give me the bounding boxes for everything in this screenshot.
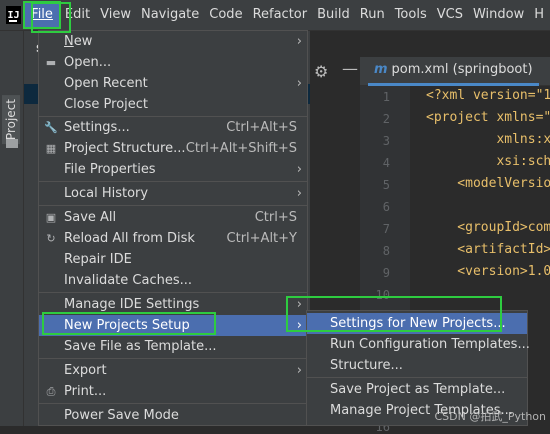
file-menu: New › ▬ Open... Open Recent › Close Project… <box>38 30 308 426</box>
menu-separator <box>307 377 527 378</box>
line-number: 5 <box>382 178 390 192</box>
code-line: <modelVersio <box>426 176 550 191</box>
line-number: 7 <box>382 222 390 236</box>
editor-tab-bar: m pom.xml (springboot) <box>360 57 550 86</box>
minimize-icon[interactable]: — <box>342 59 358 78</box>
menu-edit[interactable]: Edit <box>61 3 94 27</box>
menu-item-open-recent[interactable]: Open Recent › <box>39 73 307 94</box>
menu-item-power-save-mode[interactable]: Power Save Mode <box>39 405 307 426</box>
submenu-item-settings-for-new-projects[interactable]: Settings for New Projects... <box>307 313 527 334</box>
menu-item-file-properties[interactable]: File Properties › <box>39 159 307 180</box>
menu-item-project-structure[interactable]: ▦ Project Structure... Ctrl+Alt+Shift+S <box>39 138 307 159</box>
submenu-item-run-configuration-templates[interactable]: Run Configuration Templates... <box>307 334 530 355</box>
menu-item-export[interactable]: Export › <box>39 360 307 381</box>
code-line: <project xmlns=" <box>426 110 550 125</box>
menu-item-invalidate-caches[interactable]: Invalidate Caches... <box>39 270 307 291</box>
chevron-right-icon: › <box>296 297 302 312</box>
code-line: <version>1.0 <box>426 264 550 279</box>
menu-separator <box>39 358 307 359</box>
reload-icon: ↻ <box>46 232 56 245</box>
menu-item-print[interactable]: ⎙ Print... <box>39 381 307 402</box>
menu-item-manage-ide-settings[interactable]: Manage IDE Settings › <box>39 294 307 315</box>
code-line: <artifactId> <box>426 242 550 257</box>
line-number: 10 <box>375 288 390 302</box>
menu-navigate[interactable]: Navigate <box>137 3 203 27</box>
menu-bar: IJ File Edit View Navigate Code Refactor… <box>0 0 550 31</box>
intellij-logo-icon: IJ <box>6 6 22 24</box>
menu-vcs[interactable]: VCS <box>433 3 467 27</box>
chevron-right-icon: › <box>296 318 302 333</box>
save-icon: ▣ <box>45 211 57 224</box>
tool-window-strip: Project <box>0 31 24 426</box>
menu-item-new[interactable]: New › <box>39 31 307 52</box>
project-tool-tab[interactable]: Project <box>2 95 20 145</box>
code-line: xsi:sch <box>426 154 550 169</box>
line-number: 8 <box>382 244 390 258</box>
code-line: <?xml version="1 <box>426 88 550 103</box>
print-icon: ⎙ <box>46 385 56 398</box>
menu-separator <box>39 292 307 293</box>
menu-help[interactable]: H <box>530 3 548 27</box>
menu-item-repair-ide[interactable]: Repair IDE <box>39 249 307 270</box>
chevron-right-icon: › <box>296 186 302 201</box>
menu-file[interactable]: File <box>23 1 61 29</box>
folder-open-icon: ▬ <box>45 56 57 69</box>
menu-item-new-projects-setup[interactable]: New Projects Setup › <box>39 315 307 336</box>
menu-item-close-project[interactable]: Close Project <box>39 94 307 115</box>
watermark: CSDN @拍武_Python <box>434 410 547 423</box>
menu-item-save-all[interactable]: ▣ Save All Ctrl+S <box>39 207 307 228</box>
code-line: <groupId>com <box>426 220 550 235</box>
menu-item-local-history[interactable]: Local History › <box>39 183 307 204</box>
chevron-right-icon: › <box>296 363 302 378</box>
menu-run[interactable]: Run <box>356 3 389 27</box>
project-structure-icon: ▦ <box>45 142 57 155</box>
chevron-right-icon: › <box>296 34 302 49</box>
line-number: 1 <box>382 90 390 104</box>
menu-window[interactable]: Window <box>469 3 528 27</box>
wrench-icon: 🔧 <box>44 121 58 134</box>
line-number: 6 <box>382 200 390 214</box>
submenu-item-save-project-as-template[interactable]: Save Project as Template... <box>307 379 527 400</box>
menu-refactor[interactable]: Refactor <box>249 3 312 27</box>
editor-tab-pom[interactable]: m pom.xml (springboot) <box>368 57 539 86</box>
line-number: 3 <box>382 134 390 148</box>
menu-item-open[interactable]: ▬ Open... <box>39 52 307 73</box>
menu-separator <box>39 181 307 182</box>
gear-icon[interactable]: ⚙ <box>314 62 328 81</box>
menu-separator <box>39 205 307 206</box>
menu-separator <box>39 403 307 404</box>
maven-icon: m <box>374 62 388 77</box>
line-number: 9 <box>382 266 390 280</box>
line-number: 4 <box>382 156 390 170</box>
menu-item-reload[interactable]: ↻ Reload All from Disk Ctrl+Alt+Y <box>39 228 307 249</box>
menu-item-save-file-as-template[interactable]: Save File as Template... <box>39 336 307 357</box>
menu-tools[interactable]: Tools <box>391 3 431 27</box>
chevron-right-icon: › <box>296 76 302 91</box>
menu-build[interactable]: Build <box>313 3 354 27</box>
menu-code[interactable]: Code <box>205 3 246 27</box>
folder-icon <box>6 139 18 148</box>
menu-view[interactable]: View <box>96 3 135 27</box>
chevron-right-icon: › <box>296 162 302 177</box>
submenu-item-structure[interactable]: Structure... <box>307 355 527 376</box>
line-number: 2 <box>382 112 390 126</box>
menu-item-settings[interactable]: 🔧 Settings... Ctrl+Alt+S <box>39 117 307 138</box>
code-line: xmlns:x <box>426 132 550 147</box>
